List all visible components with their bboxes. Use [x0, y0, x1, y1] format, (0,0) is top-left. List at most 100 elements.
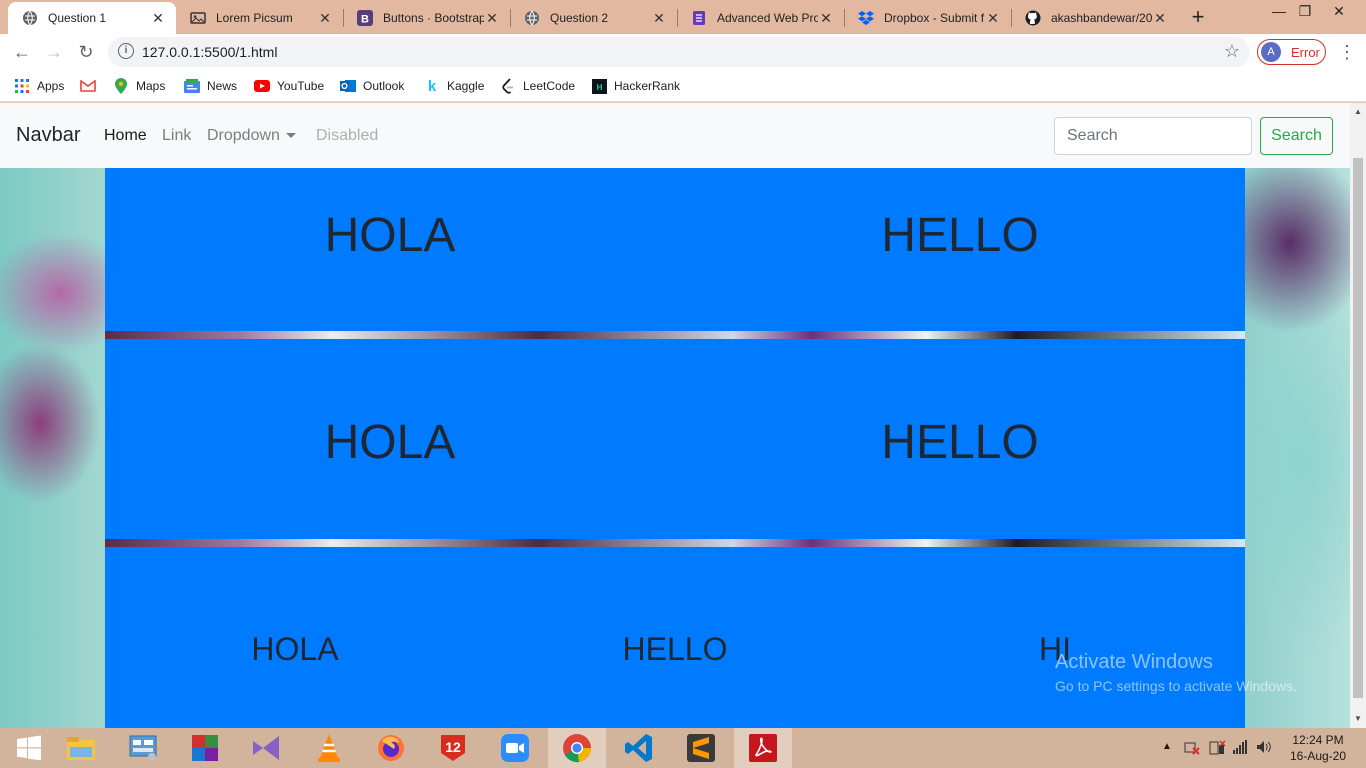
nav-dropdown[interactable]: Dropdown — [207, 127, 296, 145]
close-tab-icon[interactable]: ✕ — [818, 10, 834, 27]
forward-arrow-icon[interactable]: → — [42, 40, 66, 64]
search-input[interactable] — [1054, 117, 1252, 155]
close-tab-icon[interactable]: ✕ — [484, 10, 500, 27]
row-gap-1 — [105, 331, 1245, 339]
github-icon — [1025, 10, 1041, 26]
scroll-up-icon[interactable]: ▲ — [1350, 105, 1366, 119]
bookmark-leetcode[interactable]: LeetCode — [500, 76, 575, 96]
taskbar-chrome[interactable] — [548, 728, 606, 768]
search-button[interactable]: Search — [1260, 117, 1333, 155]
scroll-down-icon[interactable]: ▼ — [1350, 712, 1366, 726]
close-tab-icon[interactable]: ✕ — [1152, 10, 1168, 27]
taskbar-visual-studio[interactable] — [238, 728, 296, 768]
navbar-brand[interactable]: Navbar — [16, 124, 80, 147]
watermark-title: Activate Windows — [1055, 651, 1213, 673]
tab-strip: Question 1 ✕ Lorem Picsum ✕ B Buttons · … — [0, 0, 1366, 34]
close-tab-icon[interactable]: ✕ — [150, 10, 166, 27]
taskbar-file-explorer[interactable] — [52, 728, 110, 768]
taskbar-acrobat[interactable] — [734, 728, 792, 768]
row-cell-hola: HOLA — [251, 631, 339, 667]
reload-icon[interactable]: ↻ — [74, 40, 98, 64]
tab-title: Advanced Web Pro — [717, 11, 818, 25]
new-tab-button[interactable]: + — [1186, 6, 1210, 30]
tab-title: Question 1 — [48, 11, 107, 25]
taskbar-winrar[interactable] — [176, 728, 234, 768]
bookmark-label: HackerRank — [614, 79, 681, 93]
page-scrollbar[interactable]: ▲ ▼ — [1350, 103, 1366, 728]
row-cell-hola: HOLA — [324, 416, 456, 469]
taskbar-control-panel[interactable] — [114, 728, 172, 768]
bookmark-kaggle[interactable]: k Kaggle — [424, 76, 485, 96]
taskbar-zoom[interactable] — [486, 728, 544, 768]
taskbar-firefox[interactable] — [362, 728, 420, 768]
tab-dropbox[interactable]: Dropbox - Submit f ✕ — [844, 2, 1011, 34]
youtube-icon — [254, 78, 270, 94]
windows-taskbar: 12 ▲ 12:24 PM 16-Aug-20 — [0, 728, 1366, 768]
bookmark-hackerrank[interactable]: H HackerRank — [591, 76, 680, 96]
acrobat-reader-icon — [749, 734, 777, 762]
winrar-icon — [192, 735, 218, 761]
windows-start-icon — [17, 735, 41, 761]
tray-network-error-icon[interactable] — [1184, 740, 1200, 759]
kaggle-icon: k — [427, 77, 437, 95]
tray-device-icon[interactable] — [1208, 740, 1226, 759]
site-navbar: Navbar Home Link Dropdown Disabled Searc… — [0, 103, 1350, 168]
forms-icon — [691, 10, 707, 26]
svg-text:B: B — [361, 14, 369, 26]
tab-title: Buttons · Bootstrap — [383, 11, 484, 25]
nav-link-home[interactable]: Home — [104, 127, 147, 145]
bookmark-maps[interactable]: Maps — [113, 76, 165, 96]
address-url: 127.0.0.1:5500/1.html — [142, 44, 278, 60]
bookmark-youtube[interactable]: YouTube — [254, 76, 324, 96]
volume-icon[interactable] — [1256, 740, 1272, 757]
start-button[interactable] — [0, 728, 58, 768]
tray-expand-icon[interactable]: ▲ — [1162, 741, 1172, 752]
close-tab-icon[interactable]: ✕ — [651, 10, 667, 27]
tab-bootstrap-buttons[interactable]: B Buttons · Bootstrap ✕ — [343, 2, 510, 34]
bookmark-label: Kaggle — [447, 79, 485, 93]
globe-icon — [524, 10, 540, 26]
hackerrank-icon: H — [591, 78, 607, 94]
bookmark-star-icon[interactable]: ☆ — [1224, 41, 1240, 62]
bookmark-label: Maps — [136, 79, 166, 93]
caret-down-icon — [285, 133, 296, 139]
close-window-button[interactable]: ✕ — [1316, 0, 1362, 30]
tab-title: akashbandewar/20 — [1051, 11, 1152, 25]
bookmark-apps[interactable]: Apps — [14, 76, 64, 96]
taskbar-vlc[interactable] — [300, 728, 358, 768]
taskbar-sublime[interactable] — [672, 728, 730, 768]
tab-advanced-web[interactable]: Advanced Web Pro ✕ — [677, 2, 844, 34]
bookmark-label: Outlook — [363, 79, 405, 93]
back-arrow-icon[interactable]: ← — [10, 40, 34, 64]
tab-question-2[interactable]: Question 2 ✕ — [510, 2, 677, 34]
bookmark-gmail[interactable] — [80, 76, 103, 96]
visual-studio-icon — [253, 736, 279, 760]
address-bar[interactable]: i 127.0.0.1:5500/1.html ☆ — [108, 37, 1250, 67]
row-cell-hola: HOLA — [324, 209, 456, 262]
taskbar-dotnet-12[interactable]: 12 — [424, 728, 482, 768]
scrollbar-thumb[interactable] — [1353, 158, 1363, 698]
taskbar-vscode[interactable] — [610, 728, 668, 768]
row-cell-hello: HELLO — [622, 631, 728, 667]
profile-button[interactable]: A Error — [1257, 39, 1326, 65]
info-icon[interactable]: i — [118, 43, 134, 59]
leetcode-icon — [500, 78, 516, 94]
clock-time: 12:24 PM — [1292, 733, 1344, 747]
tab-github[interactable]: akashbandewar/20 ✕ — [1011, 2, 1178, 34]
tab-lorem-picsum[interactable]: Lorem Picsum ✕ — [176, 2, 343, 34]
kebab-menu-icon[interactable]: ⋮ — [1338, 40, 1356, 64]
nav-link-link[interactable]: Link — [162, 127, 191, 145]
bookmark-outlook[interactable]: Outlook — [340, 76, 404, 96]
bookmark-news[interactable]: News — [184, 76, 237, 96]
close-tab-icon[interactable]: ✕ — [985, 10, 1001, 27]
close-tab-icon[interactable]: ✕ — [317, 10, 333, 27]
maps-pin-icon — [113, 78, 129, 94]
system-clock[interactable]: 12:24 PM 16-Aug-20 — [1278, 732, 1358, 764]
tab-question-1[interactable]: Question 1 ✕ — [8, 2, 176, 34]
apps-grid-icon — [14, 78, 30, 94]
dotnet-12-icon: 12 — [441, 735, 465, 761]
news-icon — [184, 78, 200, 94]
tab-title: Dropbox - Submit f — [884, 11, 985, 25]
nav-dropdown-label: Dropdown — [207, 127, 280, 144]
wifi-signal-icon[interactable] — [1233, 740, 1247, 757]
